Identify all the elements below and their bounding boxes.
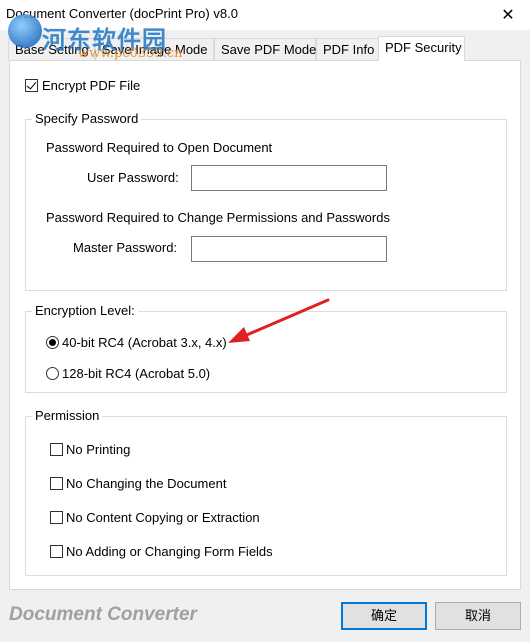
open-password-heading: Password Required to Open Document (46, 140, 273, 155)
radio-128bit-rc4[interactable] (46, 367, 59, 380)
no-printing-label: No Printing (66, 442, 131, 457)
footer-brand: Document Converter (9, 604, 197, 625)
radio-40bit-rc4[interactable] (46, 336, 59, 349)
close-icon: ✕ (501, 7, 515, 24)
no-changing-document-checkbox[interactable] (50, 477, 63, 490)
cancel-button[interactable]: 取消 (435, 602, 521, 630)
ok-button[interactable]: 确定 (341, 602, 427, 630)
no-content-copying-checkbox[interactable] (50, 511, 63, 524)
encrypt-pdf-label: Encrypt PDF File (42, 78, 141, 93)
radio-40bit-rc4-label[interactable]: 40-bit RC4 (Acrobat 3.x, 4.x) (62, 335, 227, 350)
annotation-arrow-icon (228, 298, 330, 343)
permission-password-heading: Password Required to Change Permissions … (46, 210, 390, 225)
user-password-label: User Password: (87, 170, 179, 185)
master-password-input[interactable] (191, 236, 387, 262)
watermark-logo-icon (8, 14, 42, 48)
close-button[interactable]: ✕ (486, 0, 530, 30)
no-form-fields-checkbox[interactable] (50, 545, 63, 558)
permission-group-title: Permission (32, 408, 103, 423)
tab-pdf-info[interactable]: PDF Info (316, 38, 380, 60)
window-title: Document Converter (docPrint Pro) v8.0 (6, 6, 238, 21)
encryption-level-title: Encryption Level: (32, 303, 138, 318)
no-changing-document-label: No Changing the Document (66, 476, 227, 491)
permission-group: Permission No Printing No Changing the D… (25, 408, 507, 576)
encrypt-pdf-checkbox[interactable] (25, 79, 38, 92)
master-password-label: Master Password: (73, 240, 178, 255)
password-group: Specify Password Password Required to Op… (25, 111, 507, 291)
tab-save-pdf-mode[interactable]: Save PDF Mode (214, 38, 316, 60)
watermark-url: www.pc0359.cn (78, 46, 183, 61)
no-content-copying-label: No Content Copying or Extraction (66, 510, 260, 525)
user-password-input[interactable] (191, 165, 387, 191)
no-form-fields-label: No Adding or Changing Form Fields (66, 544, 273, 559)
no-printing-checkbox[interactable] (50, 443, 63, 456)
password-group-title: Specify Password (32, 111, 142, 126)
tab-pdf-security[interactable]: PDF Security (378, 36, 465, 61)
radio-128bit-rc4-label[interactable]: 128-bit RC4 (Acrobat 5.0) (62, 366, 210, 381)
